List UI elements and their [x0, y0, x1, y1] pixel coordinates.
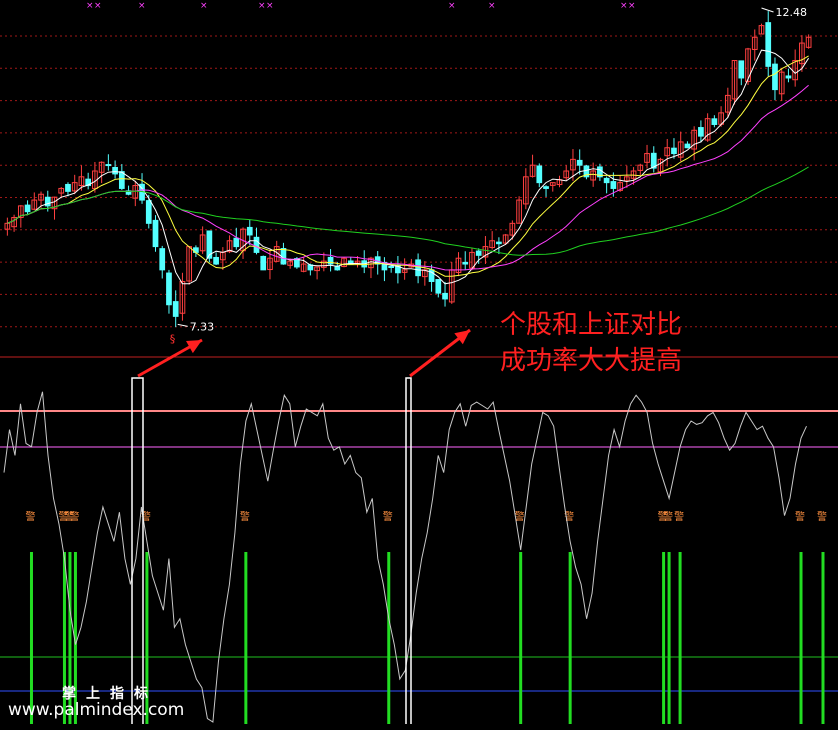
top-marker: ×: [200, 1, 208, 11]
candle-body: [65, 183, 71, 192]
signal-label: 警: [383, 510, 393, 523]
signal-label: 警: [240, 510, 250, 523]
candle-body: [166, 272, 172, 306]
candle-body: [576, 159, 583, 166]
ma20-line: [7, 84, 809, 271]
candle-body: [233, 237, 240, 248]
signal-label: 警: [795, 510, 805, 523]
low-pointer: [177, 323, 188, 327]
candle-body: [698, 127, 704, 137]
candle-body: [118, 171, 125, 189]
caption-line-1: 个股和上证对比: [500, 310, 683, 340]
candle-body: [671, 147, 677, 155]
candle-body: [260, 255, 267, 271]
signal-label: 警: [25, 510, 35, 523]
candle-body: [475, 250, 482, 256]
candle-body: [112, 166, 118, 175]
candle-body: [442, 292, 448, 300]
signal-label: 警: [663, 510, 673, 523]
top-marker: ×: [620, 1, 628, 11]
candle-body: [536, 165, 543, 184]
candle-body: [785, 75, 792, 79]
candle-body: [711, 118, 718, 125]
candle-body: [145, 200, 152, 224]
signal-label: 警: [69, 510, 79, 523]
top-marker: ×: [448, 1, 456, 11]
signal-label: 警: [817, 510, 827, 523]
top-marker: ×: [86, 1, 94, 11]
top-marker: ×: [628, 1, 636, 11]
spike-marker: [405, 377, 412, 724]
brand-url: www.palmindex.com: [8, 700, 185, 720]
top-marker: ×: [266, 1, 274, 11]
arrow-right-head: [454, 330, 470, 345]
caption-line-2: 成功率大大提高: [500, 346, 683, 376]
top-marker: ×: [94, 1, 102, 11]
candle-body: [246, 226, 253, 236]
spike-marker: [131, 377, 144, 724]
candle-body: [105, 164, 112, 167]
top-marker: ×: [488, 1, 496, 11]
candle-body: [462, 261, 469, 265]
price-high-label: 12.48: [776, 6, 808, 19]
top-marker: ×: [258, 1, 266, 11]
candle-body: [765, 22, 772, 67]
signal-marker: §: [170, 332, 176, 345]
candle-body: [610, 181, 617, 189]
ma60-line: [7, 166, 809, 256]
candle-body: [415, 259, 421, 277]
candle-body: [253, 236, 260, 253]
candle-body: [159, 248, 166, 271]
candle-body: [543, 186, 549, 189]
high-pointer: [761, 7, 774, 13]
candle-body: [388, 265, 395, 268]
price-low-label: 7.33: [190, 320, 215, 333]
candle-body: [152, 219, 159, 248]
candle-body: [172, 301, 179, 317]
candle-body: [772, 63, 778, 91]
candle-body: [603, 177, 610, 184]
candle-body: [738, 60, 745, 79]
top-marker: ×: [138, 1, 146, 11]
candle-body: [435, 279, 442, 294]
signal-label: 警: [674, 510, 684, 523]
candle-body: [213, 256, 219, 265]
stock-chart: 12.487.33§警 警警警警警警警警警警警警警× × × × × × × × × ×: [0, 1, 838, 724]
candle-body: [496, 241, 502, 245]
candle-body: [24, 204, 31, 213]
candle-body: [684, 143, 691, 149]
